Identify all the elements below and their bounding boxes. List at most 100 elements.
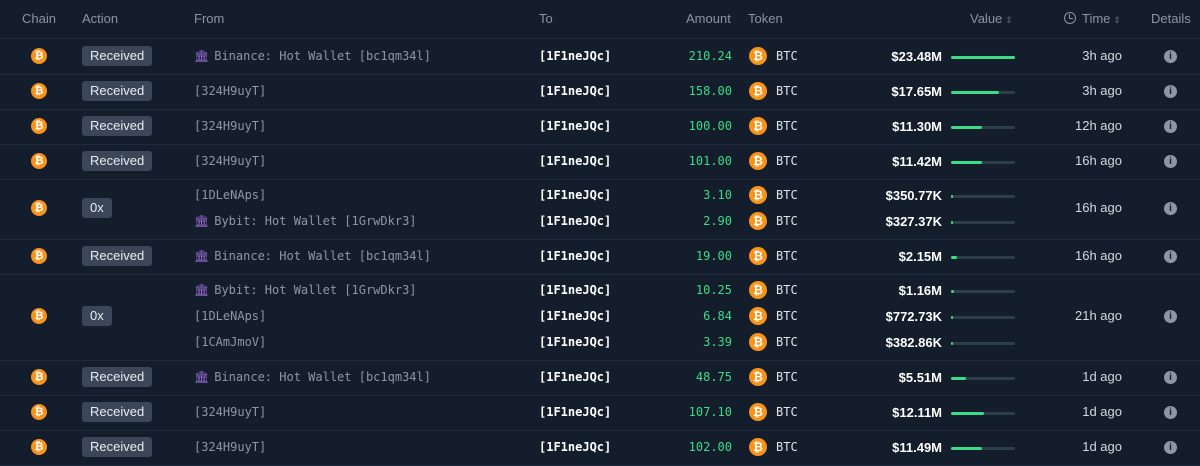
- to-address[interactable]: [1F1neJQc]: [539, 309, 611, 323]
- details-info-icon[interactable]: i: [1164, 310, 1177, 323]
- table-row[interactable]: ₿ Received 1d ago i 🏛 Binance: Hot Wallet [bc…: [0, 360, 1200, 396]
- usd-value: $11.42M: [892, 153, 942, 169]
- from-address[interactable]: 🏛 Binance: Hot Wallet [bc1qm34l]: [194, 49, 431, 63]
- details-info-icon[interactable]: i: [1164, 202, 1177, 215]
- bitcoin-chain-icon: ₿: [31, 247, 47, 264]
- table-row[interactable]: ₿ Received 1d ago i [324H9uyT] [1F1neJQc] 107.…: [0, 395, 1200, 431]
- btc-token-icon: ₿: [749, 307, 767, 325]
- value-bar: [951, 255, 1015, 259]
- details-info-icon[interactable]: i: [1164, 84, 1177, 98]
- from-address[interactable]: 🏛 Binance: Hot Wallet [bc1qm34l]: [194, 249, 431, 263]
- to-address[interactable]: [1F1neJQc]: [539, 335, 611, 349]
- from-address-label: [324H9uyT]: [194, 83, 267, 98]
- table-row[interactable]: ₿ Received 16h ago i [324H9uyT] [1F1neJQc] 101…: [0, 144, 1200, 180]
- to-address[interactable]: [1F1neJQc]: [539, 188, 611, 202]
- value-bar-fill: [951, 342, 953, 345]
- usd-value: $11.49M: [892, 439, 942, 455]
- action-badge: Received: [82, 401, 153, 422]
- usd-value: $327.37K: [885, 214, 942, 229]
- action-badge: Received: [82, 80, 153, 101]
- details-info-icon[interactable]: i: [1164, 154, 1177, 168]
- value-bar: [951, 221, 1015, 224]
- table-header: Chain Action From To Amount Token Value ⇕…: [0, 0, 1200, 39]
- header-value-sort[interactable]: Value ⇕: [970, 11, 1013, 26]
- table-row[interactable]: ₿ Received 12h ago i [324H9uyT] [1F1neJQc] 100…: [0, 109, 1200, 145]
- from-address[interactable]: [324H9uyT]: [194, 154, 266, 168]
- table-row[interactable]: ₿ Received 3h ago i [324H9uyT] [1F1neJQc] 158.…: [0, 74, 1200, 110]
- from-address[interactable]: [1CAmJmoV]: [194, 335, 266, 349]
- details-info-icon[interactable]: i: [1164, 49, 1177, 63]
- to-address[interactable]: [1F1neJQc]: [539, 84, 611, 98]
- bank-icon: 🏛: [194, 369, 210, 384]
- from-address[interactable]: 🏛 Bybit: Hot Wallet [1GrwDkr3]: [194, 214, 417, 228]
- clock-icon: [1064, 12, 1076, 24]
- to-address[interactable]: [1F1neJQc]: [539, 49, 611, 63]
- header-chain: Chain: [22, 11, 56, 26]
- from-address[interactable]: [1DLeNAps]: [194, 188, 266, 202]
- to-address[interactable]: [1F1neJQc]: [539, 440, 611, 454]
- from-address[interactable]: [324H9uyT]: [194, 119, 266, 133]
- time-ago: 3h ago: [1082, 47, 1122, 63]
- to-address[interactable]: [1F1neJQc]: [539, 370, 611, 384]
- time-ago: 1d ago: [1082, 368, 1122, 384]
- details-info-icon[interactable]: i: [1164, 249, 1177, 263]
- token-symbol: BTC: [776, 369, 798, 384]
- from-address-label: Bybit: Hot Wallet [1GrwDkr3]: [214, 283, 417, 297]
- table-row[interactable]: ₿ Received 3h ago i 🏛 Binance: Hot Wallet [bc…: [0, 39, 1200, 75]
- from-address-label: [1DLeNAps]: [194, 188, 267, 202]
- usd-value: $11.30M: [892, 118, 942, 134]
- bank-icon: 🏛: [194, 48, 210, 63]
- action-badge: 0x: [82, 306, 112, 326]
- details-info-icon[interactable]: i: [1164, 405, 1177, 419]
- usd-value: $12.11M: [892, 404, 942, 420]
- from-address[interactable]: [324H9uyT]: [194, 440, 266, 454]
- usd-value: $23.48M: [891, 48, 942, 64]
- action-badge: Received: [82, 150, 153, 171]
- table-row[interactable]: ₿ Received 16h ago i 🏛 Binance: Hot Wallet [b…: [0, 239, 1200, 275]
- to-address[interactable]: [1F1neJQc]: [539, 283, 611, 297]
- bitcoin-chain-icon: ₿: [31, 117, 47, 134]
- value-bar-fill: [951, 255, 957, 259]
- action-badge: Received: [82, 115, 153, 136]
- value-bar-fill: [951, 221, 953, 224]
- from-address[interactable]: [1DLeNAps]: [194, 309, 266, 323]
- token-symbol: BTC: [776, 118, 798, 133]
- btc-token-icon: ₿: [749, 46, 767, 65]
- to-address[interactable]: [1F1neJQc]: [539, 249, 611, 263]
- btc-token-icon: ₿: [749, 246, 767, 265]
- btc-token-icon: ₿: [749, 367, 767, 386]
- from-address-label: [324H9uyT]: [194, 439, 267, 454]
- token-symbol: BTC: [776, 335, 798, 349]
- header-amount: Amount: [686, 11, 731, 26]
- details-info-icon[interactable]: i: [1164, 119, 1177, 133]
- to-address[interactable]: [1F1neJQc]: [539, 405, 611, 419]
- value-bar-fill: [951, 446, 983, 450]
- from-address-label: [1DLeNAps]: [194, 309, 267, 323]
- usd-value: $5.51M: [898, 369, 942, 385]
- from-address[interactable]: 🏛 Binance: Hot Wallet [bc1qm34l]: [194, 370, 431, 384]
- header-action: Action: [82, 11, 119, 26]
- table-row[interactable]: ₿ Received 1d ago i [324H9uyT] [1F1neJQc] 102.…: [0, 430, 1200, 466]
- value-bar: [951, 316, 1015, 319]
- to-address[interactable]: [1F1neJQc]: [539, 119, 611, 133]
- from-address-label: Binance: Hot Wallet [bc1qm34l]: [214, 48, 431, 63]
- to-address[interactable]: [1F1neJQc]: [539, 154, 611, 168]
- amount: 3.10: [703, 188, 732, 202]
- header-time-sort[interactable]: Time ⇕: [1064, 11, 1121, 26]
- action-badge: Received: [82, 366, 153, 387]
- value-bar: [951, 411, 1015, 415]
- amount: 6.84: [703, 309, 732, 323]
- to-address[interactable]: [1F1neJQc]: [539, 214, 611, 228]
- details-info-icon[interactable]: i: [1164, 440, 1177, 454]
- usd-value: $772.73K: [885, 309, 942, 324]
- sort-icon: ⇕: [1113, 15, 1121, 25]
- details-info-icon[interactable]: i: [1164, 370, 1177, 384]
- table-row[interactable]: ₿ 0x 16h ago i [1DLeNAps] [1F1neJQc] 3.10 ₿ BTC $…: [0, 179, 1200, 240]
- from-address[interactable]: [324H9uyT]: [194, 84, 266, 98]
- from-address[interactable]: [324H9uyT]: [194, 405, 266, 419]
- btc-token-icon: ₿: [749, 333, 767, 351]
- value-bar-fill: [951, 195, 953, 198]
- time-ago: 16h ago: [1075, 152, 1122, 168]
- table-row[interactable]: ₿ 0x 21h ago i 🏛 Bybit: Hot Wallet [1GrwDkr3]…: [0, 274, 1200, 361]
- from-address[interactable]: 🏛 Bybit: Hot Wallet [1GrwDkr3]: [194, 283, 417, 297]
